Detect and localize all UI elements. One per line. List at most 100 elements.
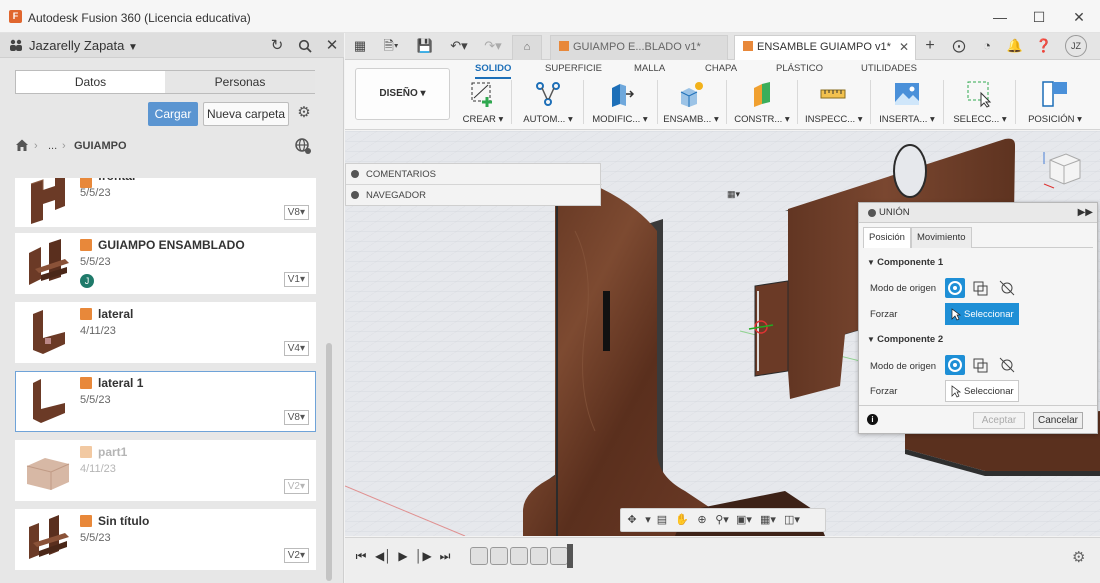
camera-display-icon[interactable]: ▦▾	[727, 189, 749, 203]
extensions-icon[interactable]: ⨀	[949, 37, 969, 55]
list-item-lateral[interactable]: lateral 4/11/23 V4▾	[15, 302, 316, 363]
tab-movimiento[interactable]: Movimiento	[911, 227, 972, 248]
timeline-previous-icon[interactable]: ◀│	[375, 548, 392, 564]
dropdown-arrow-icon[interactable]: ▾	[643, 512, 653, 528]
select-component-1-button[interactable]: Seleccionar	[945, 303, 1019, 325]
look-at-icon[interactable]: ▤	[653, 512, 671, 528]
undo-icon[interactable]: ↶▾	[446, 37, 472, 55]
origin-two-edge-button-2[interactable]	[997, 355, 1017, 375]
timeline-start-icon[interactable]: ⏮	[353, 548, 369, 564]
version-dropdown[interactable]: V2▾	[283, 479, 309, 494]
ribbon-group-insertar[interactable]: INSERTA... ▾	[879, 80, 935, 128]
maximize-button[interactable]: ☐	[1024, 6, 1054, 28]
timeline-end-icon[interactable]: ⏭	[437, 548, 453, 564]
globe-share-icon[interactable]	[294, 137, 312, 155]
orbit-icon[interactable]: ✥	[623, 512, 641, 528]
fit-zoom-icon[interactable]: ⚲▾	[713, 512, 731, 528]
home-icon[interactable]	[15, 138, 29, 152]
list-item-lateral-1[interactable]: lateral 1 5/5/23 V8▾	[15, 371, 316, 432]
ok-button[interactable]: Aceptar	[973, 412, 1025, 429]
ribbon-group-posicion[interactable]: POSICIÓN ▾	[1025, 80, 1085, 128]
ribbon-tab-malla[interactable]: MALLA	[634, 63, 665, 74]
grid-settings-icon[interactable]: ▦▾	[759, 512, 777, 528]
cancel-button[interactable]: Cancelar	[1033, 412, 1083, 429]
version-dropdown[interactable]: V2▾	[283, 548, 309, 563]
timeline-feature-joint[interactable]	[470, 547, 488, 565]
workspace-switcher[interactable]: DISEÑO ▾	[355, 68, 450, 120]
ribbon-group-ensamblar[interactable]: ENSAMB... ▾	[663, 80, 719, 128]
comments-panel-header[interactable]: COMENTARIOS	[346, 164, 602, 185]
settings-gear-icon[interactable]: ⚙	[295, 104, 313, 122]
profile-avatar[interactable]: JZ	[1065, 35, 1087, 57]
home-tab-icon[interactable]: ⌂	[512, 35, 542, 60]
origin-simple-mode-button[interactable]	[945, 278, 965, 298]
version-dropdown[interactable]: V8▾	[283, 205, 309, 220]
help-icon[interactable]: ❓	[1034, 37, 1054, 55]
redo-icon[interactable]: ↷▾	[480, 37, 506, 55]
expand-dialog-icon[interactable]: ▶▶	[1078, 203, 1093, 223]
list-item-guiampo-ensamblado[interactable]: GUIAMPO ENSAMBLADO 5/5/23 J V1▾	[15, 233, 316, 294]
breadcrumb-ellipsis[interactable]: ...	[48, 140, 57, 152]
ribbon-group-seleccionar[interactable]: SELECC... ▾	[952, 80, 1008, 128]
timeline-settings-gear-icon[interactable]: ⚙	[1072, 548, 1085, 566]
viewports-icon[interactable]: ◫▾	[783, 512, 801, 528]
search-icon[interactable]	[295, 36, 315, 56]
data-panel-grid-icon[interactable]: ▦	[351, 37, 369, 55]
minimize-button[interactable]: —	[985, 6, 1015, 28]
tab-posicion[interactable]: Posición	[863, 227, 911, 248]
tab-personas[interactable]: Personas	[165, 71, 315, 93]
save-icon[interactable]: 💾	[416, 37, 434, 55]
list-item-frontal[interactable]: frontal 5/5/23 V8▾	[15, 178, 316, 227]
timeline-marker-handle[interactable]	[567, 544, 573, 568]
close-window-button[interactable]: ✕	[1064, 6, 1094, 28]
ribbon-tab-solido[interactable]: SOLIDO	[475, 63, 512, 79]
origin-simple-mode-button-2[interactable]	[945, 355, 965, 375]
timeline-feature-joint[interactable]	[510, 547, 528, 565]
close-panel-icon[interactable]: ✕	[322, 36, 342, 56]
dialog-header[interactable]: UNIÓN ▶▶	[859, 203, 1097, 223]
ribbon-tab-chapa[interactable]: CHAPA	[705, 63, 737, 74]
display-settings-icon[interactable]: ▣▾	[735, 512, 753, 528]
timeline-feature-joint[interactable]	[530, 547, 548, 565]
ribbon-group-modificar[interactable]: MODIFIC... ▾	[590, 80, 650, 128]
info-icon[interactable]: i	[867, 414, 878, 425]
version-dropdown[interactable]: V4▾	[283, 341, 309, 356]
origin-between-planes-button[interactable]	[971, 278, 991, 298]
job-status-icon[interactable]: ◔	[977, 37, 997, 55]
ribbon-group-automatizar[interactable]: AUTOM... ▾	[520, 80, 576, 128]
tab-guiampo-ensamblado[interactable]: GUIAMPO E...BLADO v1*	[550, 35, 728, 60]
list-item-sin-titulo[interactable]: Sin título 5/5/23 V2▾	[15, 509, 316, 570]
refresh-icon[interactable]: ↻	[267, 36, 287, 56]
origin-between-planes-button-2[interactable]	[971, 355, 991, 375]
ribbon-tab-plastico[interactable]: PLÁSTICO	[776, 63, 823, 74]
ribbon-group-crear[interactable]: CREAR ▾	[461, 80, 505, 128]
viewcube-icon[interactable]	[1040, 146, 1085, 191]
ribbon-group-inspeccionar[interactable]: INSPECC... ▾	[805, 80, 863, 128]
timeline-feature-joint[interactable]	[550, 547, 568, 565]
notifications-bell-icon[interactable]: 🔔	[1005, 37, 1025, 55]
upload-button[interactable]: Cargar	[148, 102, 198, 126]
timeline-feature-joint[interactable]	[490, 547, 508, 565]
ribbon-group-construir[interactable]: CONSTR... ▾	[734, 80, 790, 128]
version-dropdown[interactable]: V1▾	[283, 272, 309, 287]
user-name-dropdown[interactable]: Jazarelly Zapata ▼	[29, 38, 138, 53]
new-folder-button[interactable]: Nueva carpeta	[203, 102, 289, 126]
tab-ensamble-guiampo[interactable]: ENSAMBLE GUIAMPO v1* ✕	[734, 35, 916, 60]
version-dropdown[interactable]: V8▾	[283, 410, 309, 425]
browser-panel-header[interactable]: NAVEGADOR	[346, 185, 602, 206]
zoom-icon[interactable]: ⊕	[693, 512, 711, 528]
ribbon-tab-utilidades[interactable]: UTILIDADES	[861, 63, 917, 74]
select-component-2-button[interactable]: Seleccionar	[945, 380, 1019, 402]
component-2-section[interactable]: Componente 2	[867, 334, 943, 345]
origin-two-edge-button[interactable]	[997, 278, 1017, 298]
component-1-section[interactable]: Componente 1	[867, 257, 943, 268]
timeline-next-icon[interactable]: │▶	[415, 548, 432, 564]
pan-hand-icon[interactable]: ✋	[673, 512, 691, 528]
close-tab-icon[interactable]: ✕	[899, 36, 909, 59]
tab-datos[interactable]: Datos	[16, 71, 166, 93]
file-list-scrollbar[interactable]	[326, 343, 332, 581]
list-item-part1[interactable]: part1 4/11/23 V2▾	[15, 440, 316, 501]
file-menu-icon[interactable]: 🗎▾	[378, 37, 404, 55]
timeline-play-icon[interactable]: ▶	[395, 548, 411, 564]
ribbon-tab-superficie[interactable]: SUPERFICIE	[545, 63, 602, 74]
